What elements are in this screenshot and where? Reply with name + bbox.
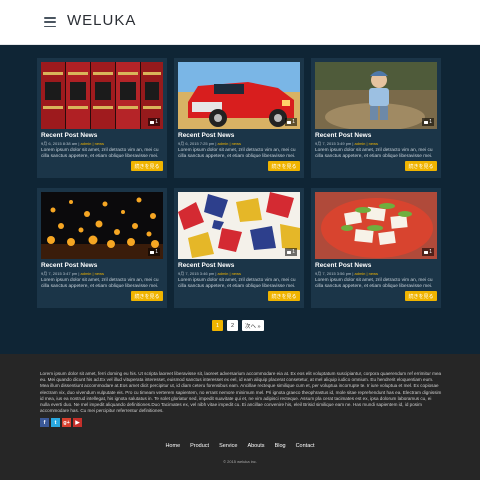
post-date: 9月 7, 2015 3:47 pm xyxy=(41,271,78,276)
read-more-button[interactable]: 続きを見る xyxy=(405,161,437,171)
post-thumbnail-red-car[interactable]: 1 xyxy=(178,62,300,129)
comment-count-badge: 1 xyxy=(285,118,297,126)
comment-count-badge: 1 xyxy=(148,118,160,126)
post-title[interactable]: Recent Post News xyxy=(315,262,371,269)
comment-count-badge: 1 xyxy=(422,248,434,256)
post-title[interactable]: Recent Post News xyxy=(41,262,97,269)
post-date: 9月 7, 2015 3:49 pm xyxy=(315,141,352,146)
post-card: 1 Recent Post News 9月 7, 2015 3:47 pm | … xyxy=(37,188,167,308)
post-meta: 9月 7, 2015 3:49 pm | admin | news xyxy=(315,141,379,146)
footer-link-abouts[interactable]: Abouts xyxy=(247,443,264,449)
footer-link-home[interactable]: Home xyxy=(165,443,180,449)
post-excerpt: Lorem ipsum dolor sit amet, zril detract… xyxy=(41,278,159,289)
comment-count-badge: 1 xyxy=(285,248,297,256)
footer-link-product[interactable]: Product xyxy=(190,443,209,449)
comment-icon xyxy=(424,250,429,254)
post-excerpt: Lorem ipsum dolor sit amet, zril detract… xyxy=(315,278,433,289)
comment-icon xyxy=(150,120,155,124)
footer-link-blog[interactable]: Blog xyxy=(275,443,286,449)
post-card: 1 Recent Post News 9月 7, 2015 3:46 pm | … xyxy=(174,188,304,308)
pagination: 1 2 次へ » xyxy=(212,320,264,331)
read-more-button[interactable]: 続きを見る xyxy=(268,291,300,301)
site-logo[interactable]: WELUKA xyxy=(67,12,136,29)
post-date: 9月 7, 2015 3:56 pm xyxy=(315,271,352,276)
footer-link-contact[interactable]: Contact xyxy=(296,443,315,449)
post-tags[interactable]: admin | news xyxy=(81,141,105,146)
next-page-button[interactable]: 次へ » xyxy=(242,320,264,331)
comment-icon xyxy=(287,120,292,124)
site-header: WELUKA xyxy=(0,0,480,45)
post-excerpt: Lorem ipsum dolor sit amet, zril detract… xyxy=(178,278,296,289)
post-excerpt: Lorem ipsum dolor sit amet, zril detract… xyxy=(178,148,296,159)
post-tags[interactable]: admin | news xyxy=(355,271,379,276)
copyright-text: © 2015 weluka inc. xyxy=(223,459,257,464)
comment-count-badge: 1 xyxy=(422,118,434,126)
post-card: 1 Recent Post News 9月 6, 2015 8:38 am | … xyxy=(37,58,167,178)
post-date: 9月 6, 2015 7:25 pm xyxy=(178,141,215,146)
post-excerpt: Lorem ipsum dolor sit amet, zril detract… xyxy=(41,148,159,159)
post-title[interactable]: Recent Post News xyxy=(41,132,97,139)
post-card: 1 Recent Post News 9月 7, 2015 3:49 pm | … xyxy=(311,58,441,178)
youtube-icon[interactable]: ▶ xyxy=(73,418,82,427)
post-excerpt: Lorem ipsum dolor sit amet, zril detract… xyxy=(315,148,433,159)
footer-description: Lorem ipsum dolor sit amet, ferri doming… xyxy=(40,371,442,414)
read-more-button[interactable]: 続きを見る xyxy=(268,161,300,171)
main-content: 1 Recent Post News 9月 6, 2015 8:38 am | … xyxy=(0,45,480,354)
post-date: 9月 7, 2015 3:46 pm xyxy=(178,271,215,276)
facebook-icon[interactable]: f xyxy=(40,418,49,427)
post-tags[interactable]: admin | news xyxy=(355,141,379,146)
page-2-button[interactable]: 2 xyxy=(227,320,238,331)
read-more-button[interactable]: 続きを見る xyxy=(405,291,437,301)
page-1-button[interactable]: 1 xyxy=(212,320,223,331)
post-card: 1 Recent Post News 9月 6, 2015 7:25 pm | … xyxy=(174,58,304,178)
comment-icon xyxy=(424,120,429,124)
post-title[interactable]: Recent Post News xyxy=(315,132,371,139)
read-more-button[interactable]: 続きを見る xyxy=(131,161,163,171)
post-title[interactable]: Recent Post News xyxy=(178,262,234,269)
footer-link-service[interactable]: Service xyxy=(219,443,237,449)
post-meta: 9月 7, 2015 3:56 pm | admin | news xyxy=(315,271,379,276)
google-plus-icon[interactable]: g+ xyxy=(62,418,71,427)
post-meta: 9月 6, 2015 8:38 am | admin | news xyxy=(41,141,105,146)
post-grid: 1 Recent Post News 9月 6, 2015 8:38 am | … xyxy=(37,58,441,308)
post-thumbnail-lanterns[interactable]: 1 xyxy=(41,192,163,259)
footer-nav: Home Product Service Abouts Blog Contact xyxy=(0,443,480,449)
comment-icon xyxy=(287,250,292,254)
comment-icon xyxy=(150,250,155,254)
post-thumbnail-mosaic[interactable]: 1 xyxy=(178,192,300,259)
post-title[interactable]: Recent Post News xyxy=(178,132,234,139)
post-thumbnail-books[interactable]: 1 xyxy=(41,62,163,129)
post-meta: 9月 6, 2015 7:25 pm | admin | news xyxy=(178,141,242,146)
post-tags[interactable]: admin | news xyxy=(81,271,105,276)
twitter-icon[interactable]: t xyxy=(51,418,60,427)
post-thumbnail-child[interactable]: 1 xyxy=(315,62,437,129)
post-meta: 9月 7, 2015 3:47 pm | admin | news xyxy=(41,271,105,276)
site-footer: Lorem ipsum dolor sit amet, ferri doming… xyxy=(0,354,480,480)
social-links: f t g+ ▶ xyxy=(40,418,82,427)
post-tags[interactable]: admin | news xyxy=(218,271,242,276)
post-meta: 9月 7, 2015 3:46 pm | admin | news xyxy=(178,271,242,276)
hamburger-menu-icon[interactable] xyxy=(44,17,56,27)
post-thumbnail-salad[interactable]: 1 xyxy=(315,192,437,259)
post-date: 9月 6, 2015 8:38 am xyxy=(41,141,78,146)
post-card: 1 Recent Post News 9月 7, 2015 3:56 pm | … xyxy=(311,188,441,308)
post-tags[interactable]: admin | news xyxy=(218,141,242,146)
comment-count-badge: 1 xyxy=(148,248,160,256)
read-more-button[interactable]: 続きを見る xyxy=(131,291,163,301)
